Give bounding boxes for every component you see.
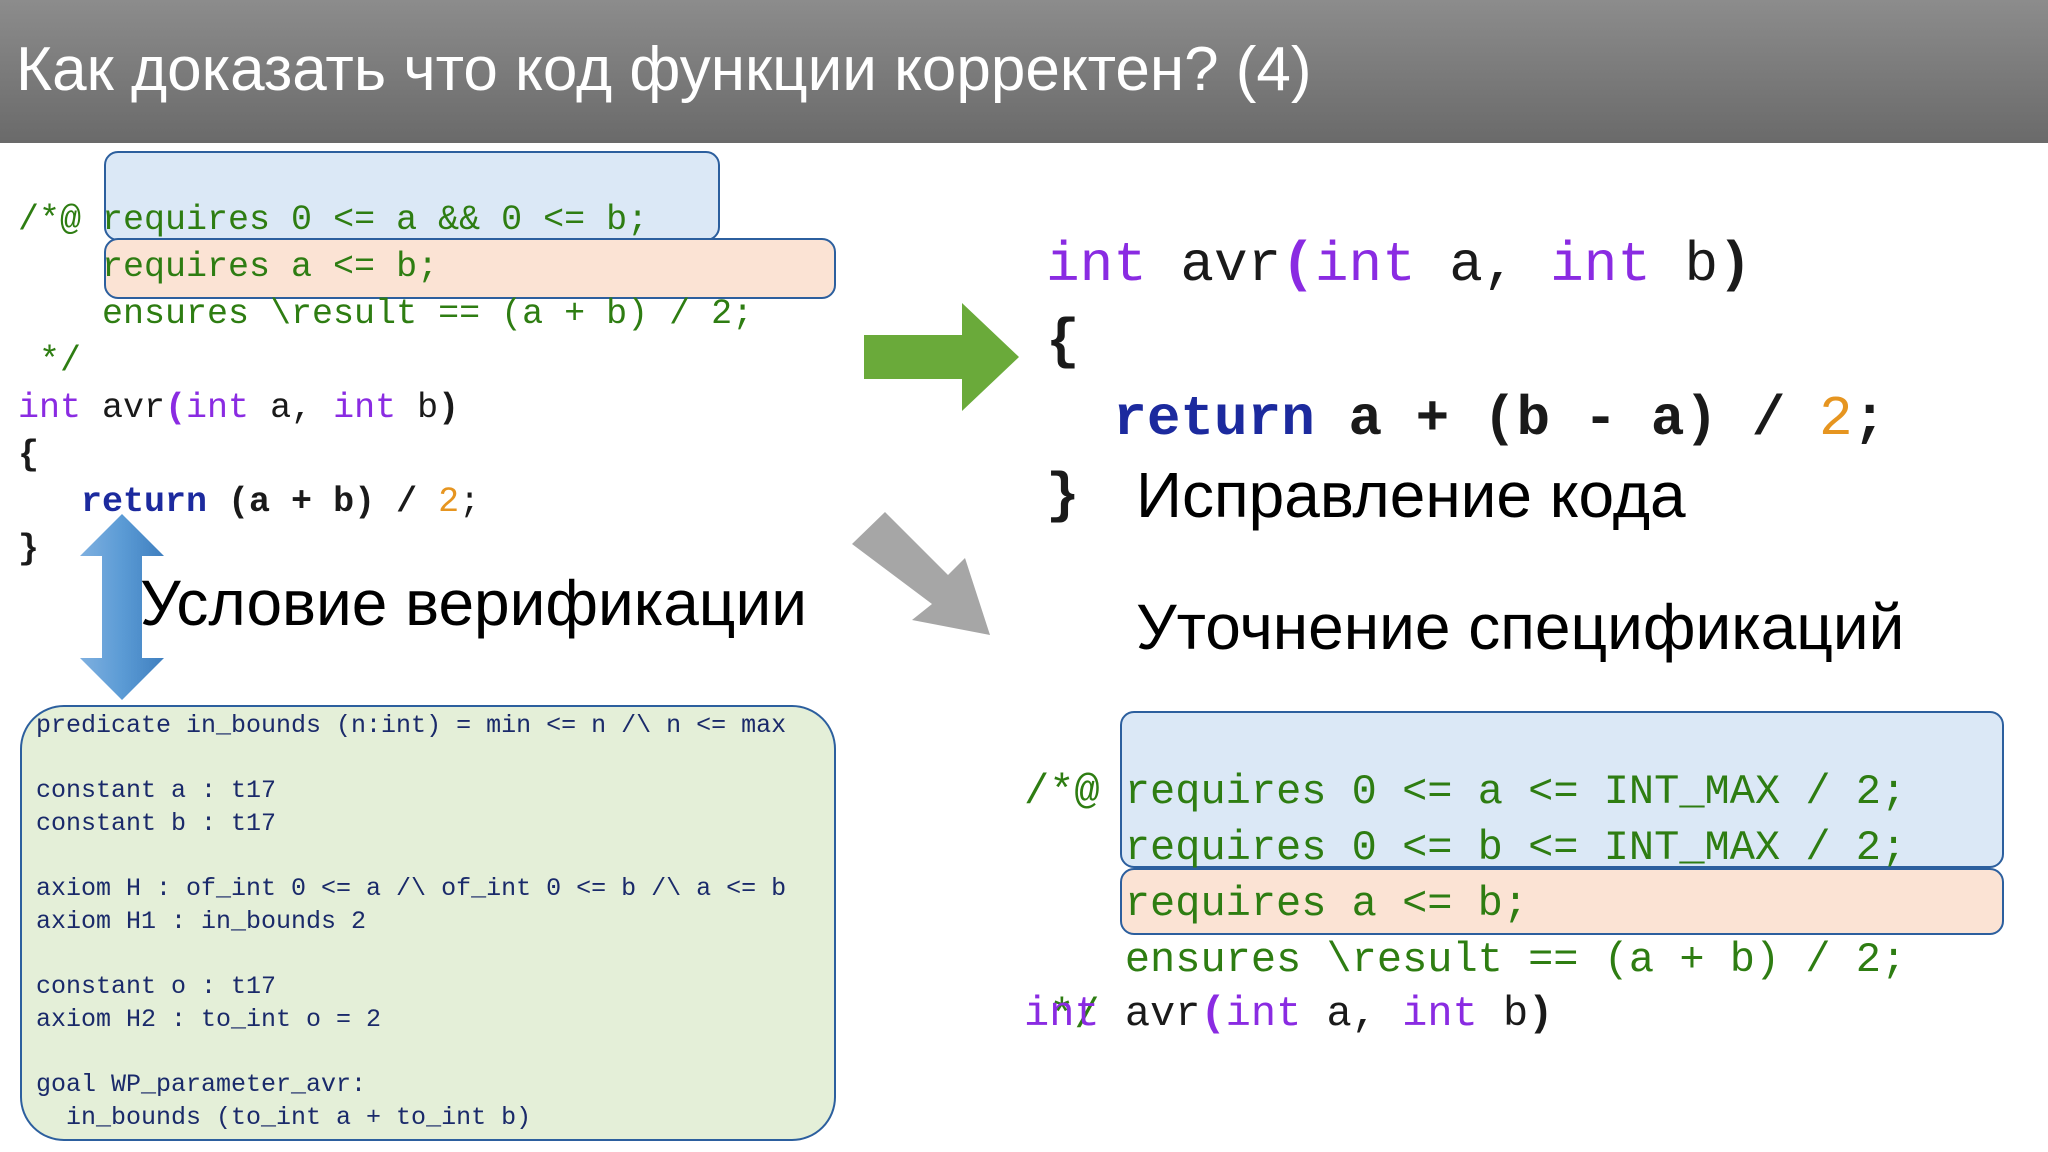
brace-open: { (18, 435, 40, 475)
function-name: avr (1099, 990, 1201, 1038)
brace-open: { (1046, 310, 1080, 374)
param-a: a, (1415, 233, 1551, 297)
slide-title: Как доказать что код функции корректен? … (16, 35, 1312, 104)
semicolon: ; (459, 482, 481, 522)
number-literal: 2 (438, 482, 460, 522)
param-a: a, (249, 388, 334, 428)
requires-2: requires a <= b; (102, 247, 439, 287)
return-expression: a + (b - a) / (1314, 387, 1819, 451)
double-arrow-icon (80, 514, 164, 700)
brace-close: } (1046, 464, 1080, 528)
vc-line: predicate in_bounds (n:int) = min <= n /… (36, 711, 787, 740)
int-keyword: int (18, 388, 82, 428)
ensures-1: ensures \result == (a + b) / 2; (1124, 936, 1907, 984)
brace-close: } (18, 529, 40, 569)
comment-open: /*@ (1024, 768, 1100, 816)
requires-2: requires 0 <= b <= INT_MAX / 2; (1124, 824, 1907, 872)
paren-close: ) (438, 388, 460, 428)
int-keyword: int (1024, 990, 1100, 1038)
param-a: a, (1301, 990, 1403, 1038)
return-expression: (a + b) / (207, 482, 439, 522)
vc-line: in_bounds (to_int a + to_int b) (36, 1103, 532, 1132)
int-keyword: int (1402, 990, 1478, 1038)
requires-1: requires 0 <= a <= INT_MAX / 2; (1124, 768, 1907, 816)
green-arrow-icon (864, 303, 1019, 411)
int-keyword: int (186, 388, 250, 428)
comment-open: /*@ (18, 200, 82, 240)
paren-open: ( (1200, 990, 1226, 1038)
fix-code-label: Исправление кода (1136, 459, 1686, 531)
vc-line: constant o : t17 (36, 972, 277, 1001)
vc-line: constant a : t17 (36, 776, 277, 805)
requires-1: requires 0 <= a && 0 <= b; (102, 200, 649, 240)
vc-line: axiom H1 : in_bounds 2 (36, 907, 367, 936)
paren-close: ) (1718, 233, 1752, 297)
param-b: b (1477, 990, 1529, 1038)
vc-line: axiom H2 : to_int o = 2 (36, 1005, 382, 1034)
int-keyword: int (333, 388, 397, 428)
right-signature: int avr(int a, int b) (1024, 986, 1553, 1042)
int-keyword: int (1314, 233, 1416, 297)
ensures-1: ensures \result == (a + b) / 2; (102, 294, 754, 334)
int-keyword: int (1550, 233, 1651, 297)
int-keyword: int (1225, 990, 1302, 1038)
refine-spec-label: Уточнение спецификаций (1136, 591, 1905, 663)
vc-line: constant b : t17 (36, 809, 277, 838)
vc-line: axiom H : of_int 0 <= a /\ of_int 0 <= b… (36, 874, 787, 903)
requires-3: requires a <= b; (1124, 880, 1529, 928)
return-keyword: return (1113, 387, 1315, 451)
paren-open: ( (165, 388, 187, 428)
semicolon: ; (1852, 387, 1887, 451)
vc-label: Условие верификации (140, 567, 807, 639)
paren-close: ) (1528, 990, 1554, 1038)
vc-line: goal WP_parameter_avr: (36, 1070, 367, 1099)
int-keyword: int (1046, 233, 1147, 297)
paren-open: ( (1281, 233, 1315, 297)
function-name: avr (81, 388, 166, 428)
slide-header: Как доказать что код функции корректен? … (0, 0, 2048, 143)
gray-arrow-icon (852, 512, 990, 635)
param-b: b (1650, 233, 1719, 297)
function-name: avr (1146, 233, 1282, 297)
number-literal: 2 (1818, 387, 1853, 451)
param-b: b (396, 388, 439, 428)
